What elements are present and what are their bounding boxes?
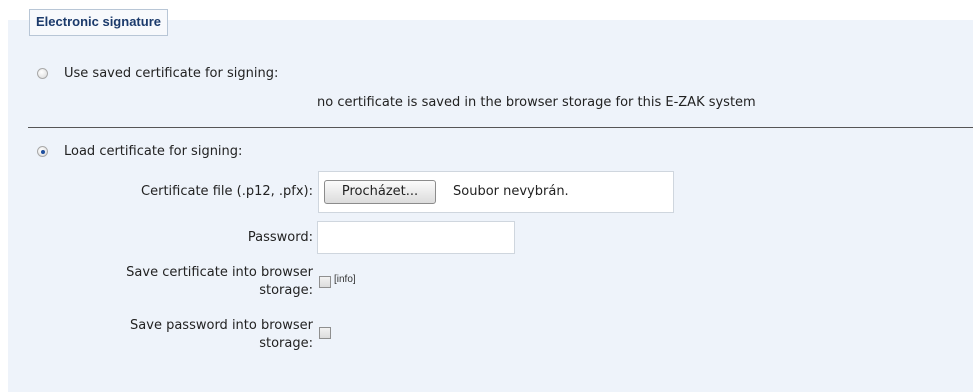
use-saved-certificate-radio[interactable] (37, 68, 48, 79)
load-certificate-radio[interactable] (37, 146, 48, 157)
load-certificate-label: Load certificate for signing: (64, 144, 243, 159)
save-certificate-label-line1: Save certificate into browser (126, 265, 313, 280)
certificate-file-field: Procházet... Soubor nevybrán. (318, 171, 674, 213)
save-password-label-line1: Save password into browser (130, 318, 313, 333)
saved-certificate-status: no certificate is saved in the browser s… (317, 95, 756, 110)
save-password-checkbox[interactable] (319, 327, 331, 339)
section-divider (28, 127, 973, 128)
password-input[interactable] (317, 221, 515, 254)
save-certificate-checkbox[interactable] (319, 276, 331, 288)
certificate-file-label: Certificate file (.p12, .pfx): (141, 184, 313, 199)
file-status-text: Soubor nevybrán. (453, 184, 569, 199)
save-password-label-line2: storage: (259, 336, 313, 351)
use-saved-certificate-label: Use saved certificate for signing: (64, 66, 279, 81)
password-label: Password: (247, 230, 313, 245)
fieldset-legend: Electronic signature (29, 9, 168, 36)
browse-button[interactable]: Procházet... (324, 180, 436, 204)
info-link[interactable]: [info] (334, 274, 356, 286)
save-certificate-label-line2: storage: (259, 283, 313, 298)
